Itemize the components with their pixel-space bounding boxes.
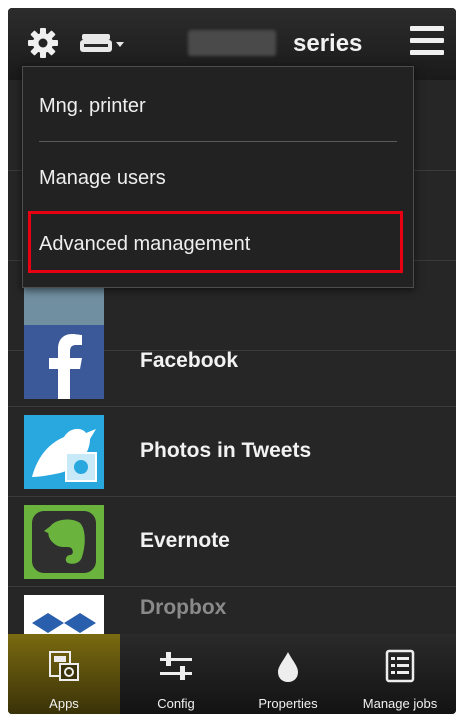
printer-series-label: series <box>293 30 363 57</box>
app-item-facebook[interactable]: Facebook <box>8 316 456 407</box>
printer-model-name <box>188 30 276 56</box>
config-sliders-icon <box>158 648 194 684</box>
settings-gear-icon[interactable] <box>26 26 60 60</box>
tab-manage-jobs[interactable]: Manage jobs <box>344 634 456 714</box>
bottom-tab-bar: Apps Config Properties Manage jobs <box>8 634 456 714</box>
menu-divider <box>39 141 397 142</box>
menu-item-label: Manage users <box>39 167 166 189</box>
highlight-frame <box>28 211 403 273</box>
menu-item-label: Mng. printer <box>39 95 146 117</box>
photos-in-tweets-icon <box>24 415 104 489</box>
tab-label: Manage jobs <box>362 696 438 711</box>
app-label: Photos in Tweets <box>140 439 312 462</box>
ink-drop-icon <box>270 648 306 684</box>
printer-icon[interactable] <box>78 32 114 56</box>
facebook-icon <box>24 325 104 399</box>
tab-properties[interactable]: Properties <box>232 634 344 714</box>
app-screen: Facebook Photos in Tweets Evernote Dropb… <box>8 8 456 714</box>
chevron-down-icon[interactable] <box>116 42 124 47</box>
menu-item-mng-printer[interactable]: Mng. printer <box>23 71 413 141</box>
dropdown-menu: Mng. printer Manage users Advanced manag… <box>22 66 414 288</box>
app-item-evernote[interactable]: Evernote <box>8 496 456 587</box>
job-list-icon <box>382 648 418 684</box>
tab-apps[interactable]: Apps <box>8 634 120 714</box>
evernote-icon <box>24 505 104 579</box>
app-item-photos-in-tweets[interactable]: Photos in Tweets <box>8 406 456 497</box>
app-label: Dropbox <box>140 596 227 619</box>
app-label: Evernote <box>140 529 230 552</box>
menu-icon[interactable] <box>410 26 444 58</box>
menu-item-manage-users[interactable]: Manage users <box>23 143 413 213</box>
apps-icon <box>46 648 82 684</box>
tab-label: Properties <box>258 696 318 711</box>
tab-config[interactable]: Config <box>120 634 232 714</box>
app-label: Facebook <box>140 349 239 372</box>
tab-label: Config <box>157 696 195 711</box>
tab-label: Apps <box>49 696 79 711</box>
